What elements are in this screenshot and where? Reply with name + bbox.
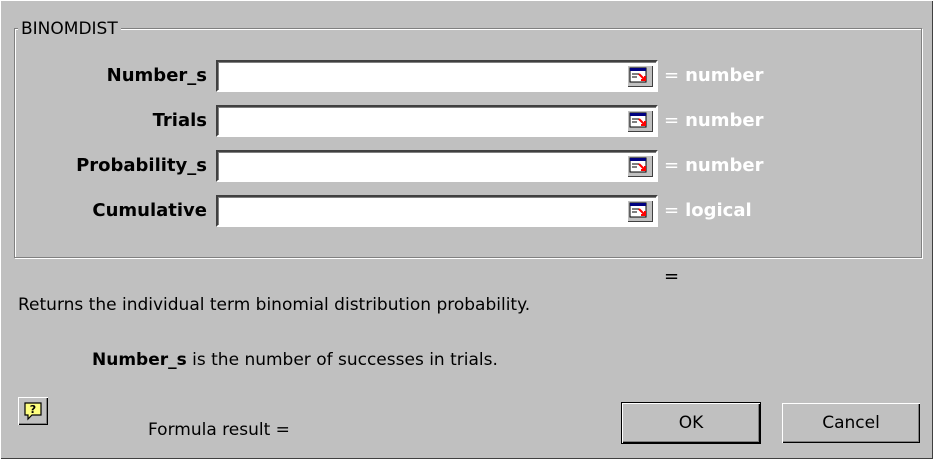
argument-type-probability-s: = number — [664, 155, 764, 176]
ok-button[interactable]: OK — [622, 403, 760, 443]
argument-type-cumulative: = logical — [664, 200, 752, 221]
formula-result-label: Formula result = — [148, 420, 290, 440]
cancel-button[interactable]: Cancel — [782, 403, 920, 443]
collapse-dialog-icon — [629, 157, 647, 173]
argument-field-trials[interactable] — [216, 105, 658, 137]
argument-label-trials: Trials — [152, 110, 207, 131]
argument-field-number-s[interactable] — [216, 60, 658, 92]
argument-type-trials: = number — [664, 110, 764, 131]
function-name-title: BINOMDIST — [18, 19, 121, 39]
argument-row-trials: Trials = number — [0, 101, 933, 141]
probability-s-input[interactable] — [221, 154, 621, 178]
collapse-dialog-button[interactable] — [627, 155, 653, 177]
argument-type-number-s: = number — [664, 65, 764, 86]
help-glyph: ? — [30, 403, 36, 416]
argument-label-cumulative: Cumulative — [92, 200, 207, 221]
collapse-dialog-button[interactable] — [627, 200, 653, 222]
argument-label-probability-s: Probability_s — [76, 155, 207, 176]
help-button[interactable]: ? — [18, 397, 48, 425]
argument-row-cumulative: Cumulative = logical — [0, 191, 933, 231]
function-description: Returns the individual term binomial dis… — [18, 295, 531, 315]
collapse-dialog-button[interactable] — [627, 65, 653, 87]
collapse-dialog-icon — [629, 202, 647, 218]
function-result-equals: = — [664, 266, 680, 287]
help-icon: ? — [24, 402, 42, 421]
trials-input[interactable] — [221, 109, 621, 133]
argument-help-body: is the number of successes in trials. — [186, 350, 498, 370]
cumulative-input[interactable] — [221, 199, 621, 223]
collapse-dialog-icon — [629, 67, 647, 83]
collapse-dialog-button[interactable] — [627, 110, 653, 132]
argument-row-probability-s: Probability_s = number — [0, 146, 933, 186]
argument-label-number-s: Number_s — [106, 65, 207, 86]
collapse-dialog-icon — [629, 112, 647, 128]
argument-field-cumulative[interactable] — [216, 195, 658, 227]
argument-help-name: Number_s — [92, 350, 187, 370]
argument-field-probability-s[interactable] — [216, 150, 658, 182]
number-s-input[interactable] — [221, 64, 621, 88]
argument-help-text: Number_s is the number of successes in t… — [92, 349, 498, 371]
argument-row-number-s: Number_s = number — [0, 56, 933, 96]
function-arguments-dialog: BINOMDIST Number_s = number Trials = num… — [0, 0, 933, 459]
